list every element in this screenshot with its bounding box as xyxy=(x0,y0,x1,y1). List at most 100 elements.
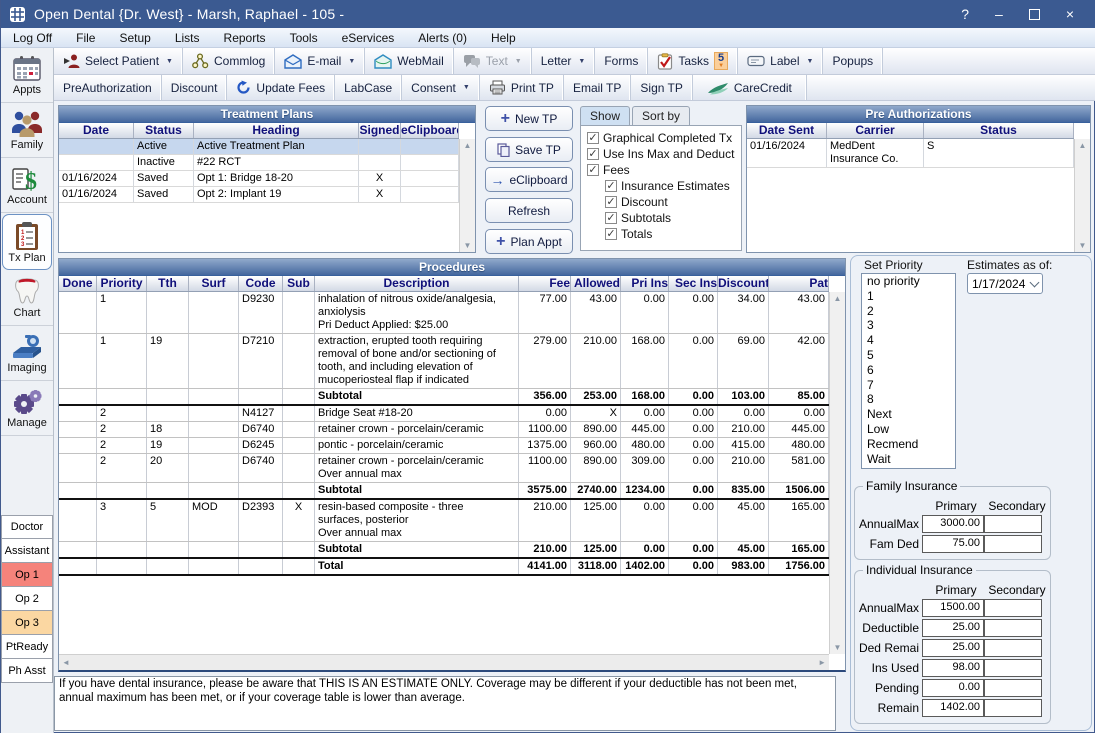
remain-primary-input[interactable]: 1402.00 xyxy=(922,699,984,717)
ded-remain-primary-input[interactable]: 25.00 xyxy=(922,639,984,657)
grid-row[interactable]: 119D7210extraction, erupted tooth requir… xyxy=(59,334,829,389)
menu-help[interactable]: Help xyxy=(479,29,528,47)
maximize-button[interactable] xyxy=(1029,9,1040,20)
horizontal-scrollbar[interactable]: ◄► xyxy=(59,654,829,670)
plan-appt-button[interactable]: +Plan Appt xyxy=(485,229,573,254)
sidebar-item-appts[interactable]: Appts xyxy=(1,48,53,103)
menu-file[interactable]: File xyxy=(64,29,107,47)
grid-row[interactable]: Subtotal3575.002740.001234.000.00835.001… xyxy=(59,483,829,500)
set-priority-listbox[interactable]: no priority12345678NextLowRecmendWait xyxy=(861,273,956,469)
sidebar-item-family[interactable]: Family xyxy=(1,103,53,158)
preauthorization-button[interactable]: PreAuthorization xyxy=(54,75,162,100)
sidebar-item-account[interactable]: $ Account xyxy=(1,158,53,213)
priority-list-item[interactable]: 5 xyxy=(862,348,955,363)
deductible-primary-input[interactable]: 25.00 xyxy=(922,619,984,637)
priority-list-item[interactable]: 1 xyxy=(862,289,955,304)
ins-used-secondary-input[interactable] xyxy=(984,659,1042,677)
discount-button[interactable]: Discount xyxy=(162,75,228,100)
annual-max-secondary-input[interactable] xyxy=(984,515,1042,533)
menu-alerts[interactable]: Alerts (0) xyxy=(406,29,479,47)
close-button[interactable]: × xyxy=(1066,6,1074,22)
checkbox-graphical-completed-tx[interactable]: ✓ xyxy=(587,132,599,144)
priority-list-item[interactable]: 7 xyxy=(862,378,955,393)
priority-list-item[interactable]: 2 xyxy=(862,304,955,319)
sidebar-item-tx-plan[interactable]: 123 Tx Plan xyxy=(2,214,52,270)
grid-row[interactable]: 1D9230inhalation of nitrous oxide/analge… xyxy=(59,292,829,334)
sign-tp-button[interactable]: Sign TP xyxy=(631,75,692,100)
letter-button[interactable]: Letter ▼ xyxy=(532,48,596,74)
annual-max-primary-input[interactable]: 1500.00 xyxy=(922,599,984,617)
checkbox-insurance-estimates[interactable]: ✓ xyxy=(605,180,617,192)
menu-reports[interactable]: Reports xyxy=(212,29,278,47)
scroll-up-icon[interactable]: ▲ xyxy=(1079,141,1087,150)
update-fees-button[interactable]: Update Fees xyxy=(227,75,335,100)
grid-row[interactable]: Total4141.003118.001402.000.00983.001756… xyxy=(59,559,829,576)
scroll-up-icon[interactable]: ▲ xyxy=(464,141,472,150)
estimate-disclaimer-note[interactable]: If you have dental insurance, please be … xyxy=(54,676,836,731)
fam-ded-primary-input[interactable]: 75.00 xyxy=(922,535,984,553)
select-patient-button[interactable]: Select Patient ▼ xyxy=(54,48,183,74)
op-button-phasst[interactable]: Ph Asst xyxy=(1,659,53,683)
grid-row[interactable]: 218D6740retainer crown - porcelain/ceram… xyxy=(59,422,829,438)
priority-list-item[interactable]: 3 xyxy=(862,318,955,333)
commlog-button[interactable]: Commlog xyxy=(183,48,275,74)
sidebar-item-chart[interactable]: Chart xyxy=(1,271,53,326)
grid-row[interactable]: Subtotal210.00125.000.000.0045.00165.00 xyxy=(59,542,829,559)
checkbox-totals[interactable]: ✓ xyxy=(605,228,617,240)
checkbox-use-ins-max[interactable]: ✓ xyxy=(587,148,599,160)
remain-secondary-input[interactable] xyxy=(984,699,1042,717)
tab-show[interactable]: Show xyxy=(580,106,630,125)
priority-list-item[interactable]: 4 xyxy=(862,333,955,348)
scroll-left-icon[interactable]: ◄ xyxy=(62,658,70,667)
grid-row[interactable]: 01/16/2024MedDent Insurance Co.S xyxy=(747,139,1074,168)
scroll-down-icon[interactable]: ▼ xyxy=(1079,241,1087,250)
forms-button[interactable]: Forms xyxy=(595,48,648,74)
op-button-op2[interactable]: Op 2 xyxy=(1,587,53,611)
menu-setup[interactable]: Setup xyxy=(107,29,162,47)
priority-list-item[interactable]: Low xyxy=(862,422,955,437)
priority-list-item[interactable]: Recmend xyxy=(862,437,955,452)
priority-list-item[interactable]: Wait xyxy=(862,452,955,467)
ded-remain-secondary-input[interactable] xyxy=(984,639,1042,657)
vertical-scrollbar[interactable]: ▲▼ xyxy=(459,139,475,252)
fam-ded-secondary-input[interactable] xyxy=(984,535,1042,553)
scroll-up-icon[interactable]: ▲ xyxy=(834,294,842,303)
op-button-ptready[interactable]: PtReady xyxy=(1,635,53,659)
grid-row[interactable]: 2N4127Bridge Seat #18-200.00X0.000.000.0… xyxy=(59,406,829,422)
op-button-doctor[interactable]: Doctor xyxy=(1,515,53,539)
refresh-button[interactable]: Refresh xyxy=(485,198,573,223)
checkbox-fees[interactable]: ✓ xyxy=(587,164,599,176)
vertical-scrollbar[interactable]: ▲▼ xyxy=(1074,139,1090,252)
labcase-button[interactable]: LabCase xyxy=(335,75,402,100)
grid-row[interactable]: 219D6245pontic - porcelain/ceramic1375.0… xyxy=(59,438,829,454)
menu-tools[interactable]: Tools xyxy=(278,29,330,47)
priority-list-item[interactable]: no priority xyxy=(862,274,955,289)
op-button-op3[interactable]: Op 3 xyxy=(1,611,53,635)
deductible-secondary-input[interactable] xyxy=(984,619,1042,637)
help-button[interactable]: ? xyxy=(961,6,969,22)
grid-row[interactable]: 01/16/2024SavedOpt 1: Bridge 18-20X xyxy=(59,171,459,187)
webmail-button[interactable]: WebMail xyxy=(365,48,453,74)
menu-lists[interactable]: Lists xyxy=(163,29,212,47)
grid-row[interactable]: Subtotal356.00253.00168.000.00103.0085.0… xyxy=(59,389,829,406)
annual-max-secondary-input[interactable] xyxy=(984,599,1042,617)
save-tp-button[interactable]: Save TP xyxy=(485,137,573,162)
print-tp-button[interactable]: Print TP xyxy=(480,75,564,100)
checkbox-subtotals[interactable]: ✓ xyxy=(605,212,617,224)
grid-row[interactable]: 35MODD2393Xresin-based composite - three… xyxy=(59,500,829,542)
vertical-scrollbar[interactable]: ▲▼ xyxy=(829,292,845,654)
new-tp-button[interactable]: +New TP xyxy=(485,106,573,131)
carecredit-button[interactable]: CareCredit xyxy=(693,75,807,100)
tab-sort-by[interactable]: Sort by xyxy=(632,106,690,125)
ins-used-primary-input[interactable]: 98.00 xyxy=(922,659,984,677)
grid-row[interactable]: Inactive#22 RCT xyxy=(59,155,459,171)
scroll-right-icon[interactable]: ► xyxy=(818,658,826,667)
pending-secondary-input[interactable] xyxy=(984,679,1042,697)
label-button[interactable]: Label ▼ xyxy=(738,48,823,74)
scroll-down-icon[interactable]: ▼ xyxy=(834,643,842,652)
email-button[interactable]: E-mail ▼ xyxy=(275,48,365,74)
priority-list-item[interactable]: 6 xyxy=(862,363,955,378)
checkbox-discount[interactable]: ✓ xyxy=(605,196,617,208)
grid-row[interactable]: ActiveActive Treatment Plan xyxy=(59,139,459,155)
op-button-assistant[interactable]: Assistant xyxy=(1,539,53,563)
